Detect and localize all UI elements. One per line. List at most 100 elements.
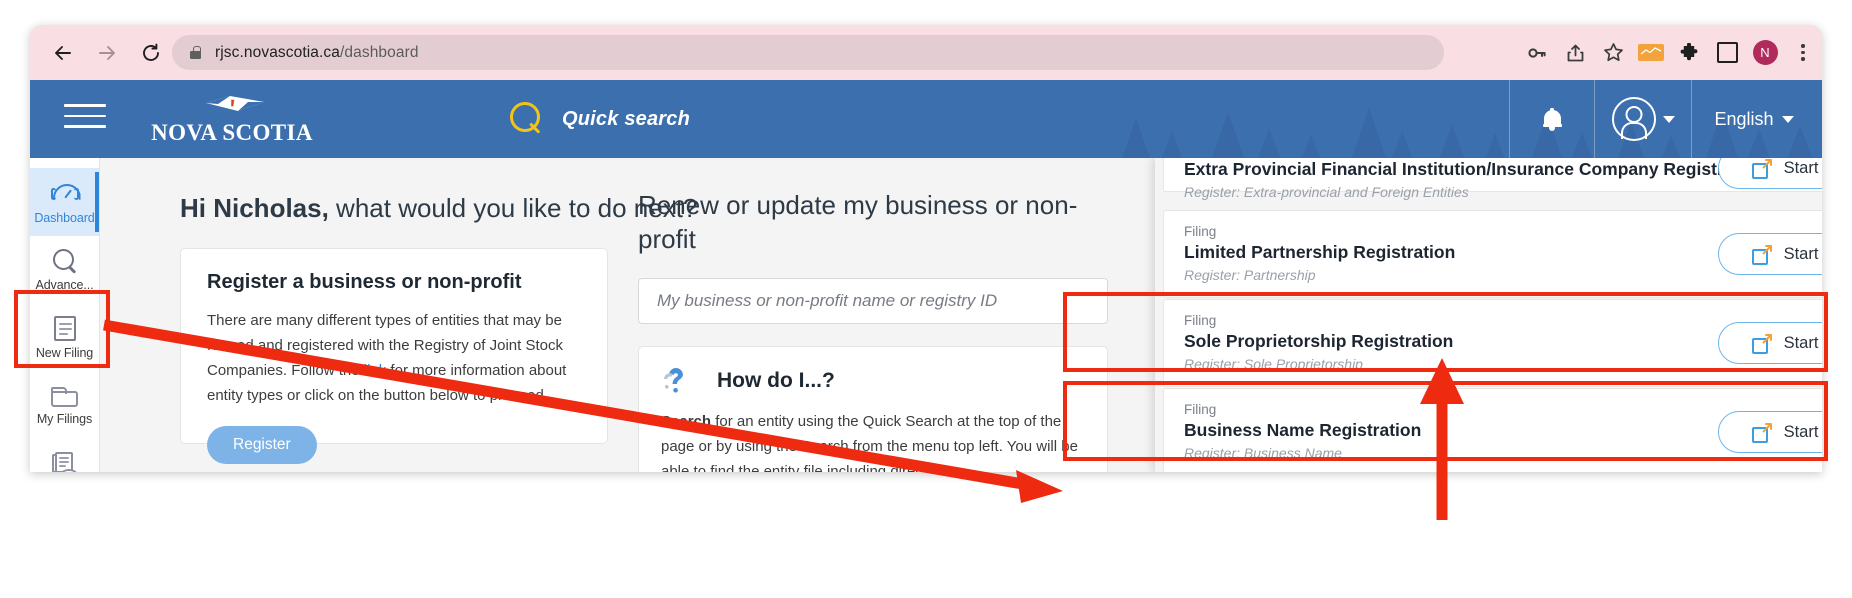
start-label: Start: [1783, 158, 1819, 177]
register-card-body: There are many different types of entiti…: [207, 308, 581, 408]
start-button[interactable]: Start: [1718, 322, 1822, 364]
account-menu-button[interactable]: [1594, 80, 1691, 158]
sidebar-item-dashboard[interactable]: Dashboard: [30, 168, 99, 236]
register-card-title: Register a business or non-profit: [207, 271, 522, 293]
brand-wordmark: NOVA SCOTIA: [151, 120, 313, 145]
start-button[interactable]: Start: [1718, 411, 1822, 453]
profile-avatar-icon[interactable]: N: [1746, 25, 1784, 80]
start-button[interactable]: Start: [1718, 158, 1822, 189]
register-business-card: Register a business or non-profit There …: [180, 248, 608, 464]
external-link-icon: [1751, 422, 1773, 443]
start-label: Start: [1783, 244, 1819, 263]
chevron-down-icon: [1781, 115, 1794, 123]
filing-kind: Filing: [1184, 224, 1217, 239]
lock-icon: [190, 46, 201, 59]
hamburger-menu-icon[interactable]: [64, 104, 106, 128]
filing-subtitle: Register: Extra-provincial and Foreign E…: [1184, 184, 1469, 200]
how-do-i-body-bold: Search: [661, 413, 712, 430]
start-button[interactable]: Start: [1718, 233, 1822, 275]
how-do-i-body: Search for an entity using the Quick Sea…: [661, 409, 1085, 472]
business-search-placeholder: My business or non-profit name or regist…: [657, 291, 998, 310]
forward-arrow-icon[interactable]: [86, 25, 128, 80]
site-header: NOVA SCOTIA Quick search English: [30, 80, 1822, 158]
watchlist-eye-icon: [52, 452, 77, 472]
filing-kind: Filing: [1184, 402, 1217, 417]
document-icon: [53, 316, 76, 341]
filing-title: Sole Proprietorship Registration: [1184, 331, 1454, 351]
notification-bell-icon: [1542, 107, 1562, 131]
filing-title: Limited Partnership Registration: [1184, 242, 1456, 262]
profile-initial: N: [1752, 40, 1778, 65]
header-right-controls: English: [1509, 80, 1822, 158]
sidebar-item-label: Advance...: [35, 278, 94, 292]
magnifier-icon: [510, 102, 544, 136]
folder-icon: [51, 386, 78, 407]
left-sidebar: Dashboard Advance... New Filing My Filin…: [30, 158, 100, 472]
business-search-input[interactable]: My business or non-profit name or regist…: [638, 278, 1108, 324]
page-viewport: NOVA SCOTIA Quick search English Dashboa…: [30, 80, 1822, 472]
nova-scotia-logo: NOVA SCOTIA: [142, 96, 322, 148]
start-label: Start: [1783, 422, 1819, 441]
language-selector[interactable]: English: [1691, 80, 1822, 158]
share-icon[interactable]: [1556, 25, 1594, 80]
search-icon: [52, 248, 77, 274]
kebab-menu-icon[interactable]: [1784, 25, 1822, 80]
nova-scotia-flag-icon: [206, 96, 264, 111]
filing-card[interactable]: Filing Limited Partnership Registration …: [1163, 210, 1822, 298]
how-do-i-body-text: for an entity using the Quick Search at …: [661, 413, 1078, 472]
filing-list-panel: Extra Provincial Financial Institution/I…: [1155, 158, 1822, 472]
sidebar-item-new-filing[interactable]: New Filing: [30, 304, 99, 372]
sidebar-item-label: Dashboard: [34, 210, 95, 225]
page-title: Hi Nicholas, what would you like to do n…: [180, 193, 697, 224]
filing-title: Business Name Registration: [1184, 420, 1422, 440]
external-link-icon: [1751, 158, 1773, 179]
chevron-down-icon: [1662, 115, 1675, 123]
filing-card[interactable]: Filing Sole Proprietorship Registration …: [1163, 299, 1822, 387]
star-icon[interactable]: [1594, 25, 1632, 80]
filing-subtitle: Register: Sole Proprietorship: [1184, 356, 1363, 372]
notification-bell-button[interactable]: [1509, 80, 1594, 158]
address-bar[interactable]: rjsc.novascotia.ca/dashboard: [172, 35, 1444, 70]
key-icon[interactable]: [1518, 25, 1556, 80]
how-do-i-card: How do I...? Search for an entity using …: [638, 346, 1108, 472]
url-path: /dashboard: [340, 43, 419, 61]
reload-icon[interactable]: [130, 25, 172, 80]
puzzle-extension-icon[interactable]: [1670, 25, 1708, 80]
user-account-icon: [1611, 97, 1656, 141]
browser-toolbar: rjsc.novascotia.ca/dashboard N: [30, 25, 1822, 80]
sidebar-item-advanced-search[interactable]: Advance...: [30, 236, 99, 304]
register-button[interactable]: Register: [207, 426, 317, 464]
analytics-extension-icon[interactable]: [1632, 25, 1670, 80]
quick-search-label: Quick search: [562, 107, 691, 130]
renew-section-heading: Renew or update my business or non-profi…: [638, 190, 1078, 254]
sidebar-item-watchlist[interactable]: Watchlist: [30, 440, 99, 472]
sidebar-panel-icon[interactable]: [1708, 25, 1746, 80]
filing-kind: Filing: [1184, 313, 1217, 328]
renew-update-column: Renew or update my business or non-profi…: [638, 188, 1108, 472]
how-do-i-header: How do I...?: [661, 365, 1085, 397]
quick-search[interactable]: Quick search: [510, 102, 690, 136]
url-text: rjsc.novascotia.ca/dashboard: [215, 44, 419, 62]
external-link-icon: [1751, 244, 1773, 265]
filing-title: Extra Provincial Financial Institution/I…: [1184, 159, 1766, 179]
filing-subtitle: Register: Partnership: [1184, 267, 1316, 283]
filing-card[interactable]: Filing Business Name Registration Regist…: [1163, 388, 1822, 472]
filing-subtitle: Register: Business Name: [1184, 445, 1342, 461]
page-body: Dashboard Advance... New Filing My Filin…: [30, 158, 1822, 472]
greeting-name: Hi Nicholas,: [180, 193, 329, 223]
how-do-i-title: How do I...?: [717, 369, 835, 392]
sidebar-item-label: New Filing: [35, 346, 94, 360]
question-mark-icon: [664, 368, 683, 393]
url-host: rjsc.novascotia.ca: [215, 43, 340, 61]
back-arrow-icon[interactable]: [42, 25, 84, 80]
main-content: Hi Nicholas, what would you like to do n…: [100, 158, 1822, 472]
sidebar-item-my-filings[interactable]: My Filings: [30, 372, 99, 440]
entity-types-link[interactable]: link: [364, 362, 387, 379]
browser-window: rjsc.novascotia.ca/dashboard N NOVA SCOT…: [30, 25, 1822, 472]
filing-card[interactable]: Extra Provincial Financial Institution/I…: [1163, 158, 1822, 200]
external-link-icon: [1751, 333, 1773, 354]
toolbar-icon-group: N: [1518, 25, 1822, 80]
start-label: Start: [1783, 333, 1819, 352]
gauge-icon: [50, 180, 81, 206]
language-label: English: [1714, 108, 1774, 129]
